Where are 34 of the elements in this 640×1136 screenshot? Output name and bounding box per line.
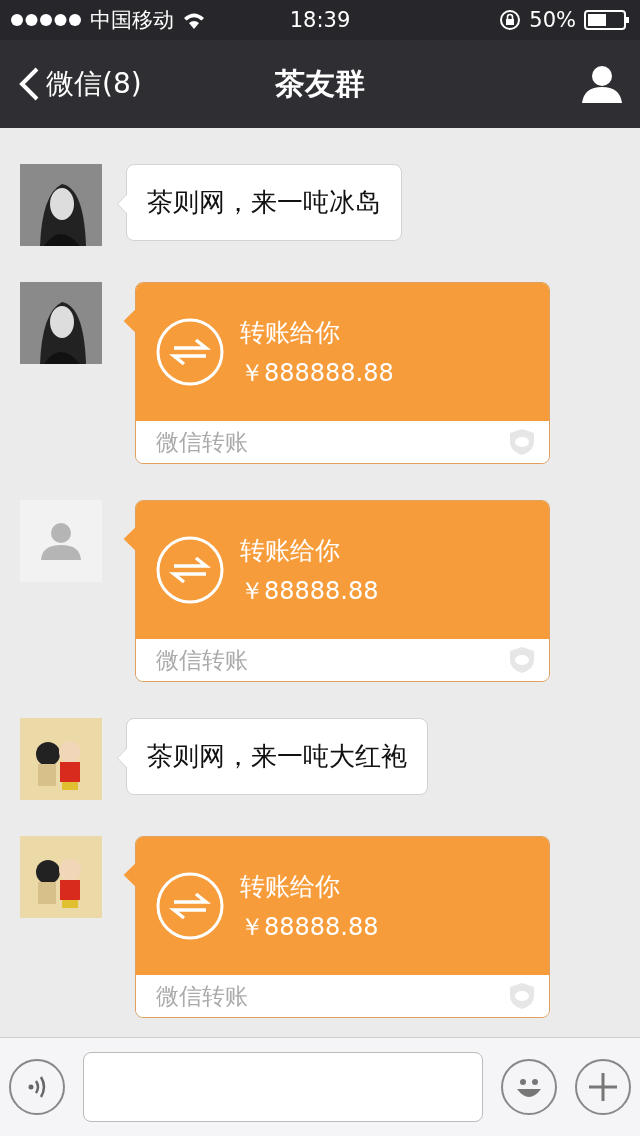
- message-input-field[interactable]: [83, 1052, 483, 1122]
- message-bubble: 茶则网，来一吨冰岛: [126, 164, 402, 241]
- chat-title: 茶友群: [275, 64, 365, 103]
- transfer-amount: ￥88888.88: [240, 575, 379, 607]
- carrier-name: 中国移动: [90, 7, 174, 34]
- status-time: 18:39: [289, 8, 351, 32]
- back-link[interactable]: 微信(8): [18, 65, 275, 103]
- transfer-title: 转账给你: [240, 534, 341, 567]
- transfer-label: 微信转账: [156, 645, 248, 675]
- transfer-title: 转账给你: [240, 316, 341, 349]
- person-icon[interactable]: [582, 65, 622, 103]
- shield-icon: [509, 646, 535, 674]
- plus-icon: [587, 1071, 619, 1103]
- transfer-label: 微信转账: [156, 427, 248, 457]
- rotation-lock-icon: [499, 9, 522, 31]
- transfer-amount: ￥888888.88: [240, 357, 394, 389]
- back-chevron-icon: [18, 67, 40, 101]
- emoji-button[interactable]: [501, 1059, 557, 1115]
- transfer-icon: [156, 536, 224, 604]
- shield-icon: [509, 428, 535, 456]
- transfer-amount: ￥88888.88: [240, 911, 379, 943]
- voice-button[interactable]: [9, 1059, 65, 1115]
- add-button[interactable]: [575, 1059, 631, 1115]
- transfer-icon: [156, 318, 224, 386]
- transfer-label: 微信转账: [156, 981, 248, 1011]
- message-bubble: 茶则网，来一吨大红袍: [126, 718, 428, 795]
- signal-icon: [10, 13, 82, 27]
- default-avatar-icon: [20, 500, 102, 582]
- wifi-icon: [182, 11, 206, 29]
- shield-icon: [509, 982, 535, 1010]
- battery-percent: 50%: [529, 8, 576, 32]
- battery-icon: [584, 10, 630, 30]
- transfer-icon: [156, 872, 224, 940]
- transfer-title: 转账给你: [240, 870, 341, 903]
